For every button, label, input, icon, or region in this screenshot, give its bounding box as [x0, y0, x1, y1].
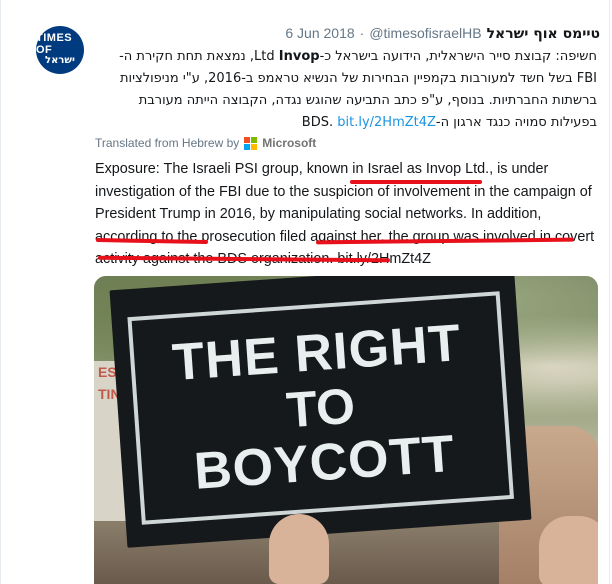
hand-right: [539, 516, 598, 584]
sign-line-1: THE RIGHT: [170, 314, 464, 393]
hebrew-line-2: FBI בשל חשד למעורבות בקמפיין הבחירות של …: [120, 71, 597, 86]
tweet-date[interactable]: 6 Jun 2018: [285, 25, 354, 41]
hebrew-link[interactable]: bit.ly/2HmZt4Z: [337, 115, 436, 130]
protest-sign: THE RIGHT TO BOYCOTT: [109, 276, 532, 548]
hebrew-line-4: בפעילות סמויה כנגד ארגון ה-BDS. bit.ly/2…: [95, 112, 597, 134]
translation-attribution: Translated from Hebrew by Microsoft: [95, 136, 316, 150]
hebrew-line-1c: , נמצאת תחת חקירת ה-: [119, 49, 255, 64]
translated-label: Translated from Hebrew by: [95, 136, 240, 150]
tweet-photo[interactable]: ES TIN THE RIGHT TO BOYCOTT: [94, 276, 598, 584]
hebrew-line-3: ברשתות החברתיות. בנוסף, ע"פ כתב התביעה ש…: [138, 93, 597, 108]
tweet-text-hebrew: חשיפה: קבוצת סייר הישראלית, הידועה בישרא…: [95, 46, 597, 134]
tweet-header: טיימס אוף ישראל @timesofisraelHB · 6 Jun…: [285, 25, 600, 42]
hebrew-bold-invop: Invop: [278, 49, 320, 64]
red-underline-1: [350, 180, 482, 184]
timeline-border-right: [609, 0, 610, 584]
protest-sign-text: THE RIGHT TO BOYCOTT: [127, 291, 515, 525]
avatar-text-line1: TIMES OF: [36, 32, 73, 56]
header-separator: ·: [359, 25, 365, 41]
translator-name[interactable]: Microsoft: [262, 136, 316, 150]
avatar[interactable]: TIMES OF ישראל: [36, 26, 84, 74]
user-handle[interactable]: @timesofisraelHB: [369, 25, 481, 41]
tweet-text-english: Exposure: The Israeli PSI group, known i…: [95, 158, 600, 271]
hand-left: [269, 514, 329, 584]
avatar-text-line2: ישראל: [45, 55, 75, 67]
display-name[interactable]: טיימס אוף ישראל: [487, 26, 600, 42]
sign-line-2: TO: [284, 377, 357, 439]
microsoft-logo-icon: [244, 136, 258, 150]
sign-line-3: BOYCOTT: [192, 424, 457, 501]
timeline-border-left: [0, 0, 1, 584]
hebrew-line-1: חשיפה: קבוצת סייר הישראלית, הידועה בישרא…: [95, 46, 597, 68]
